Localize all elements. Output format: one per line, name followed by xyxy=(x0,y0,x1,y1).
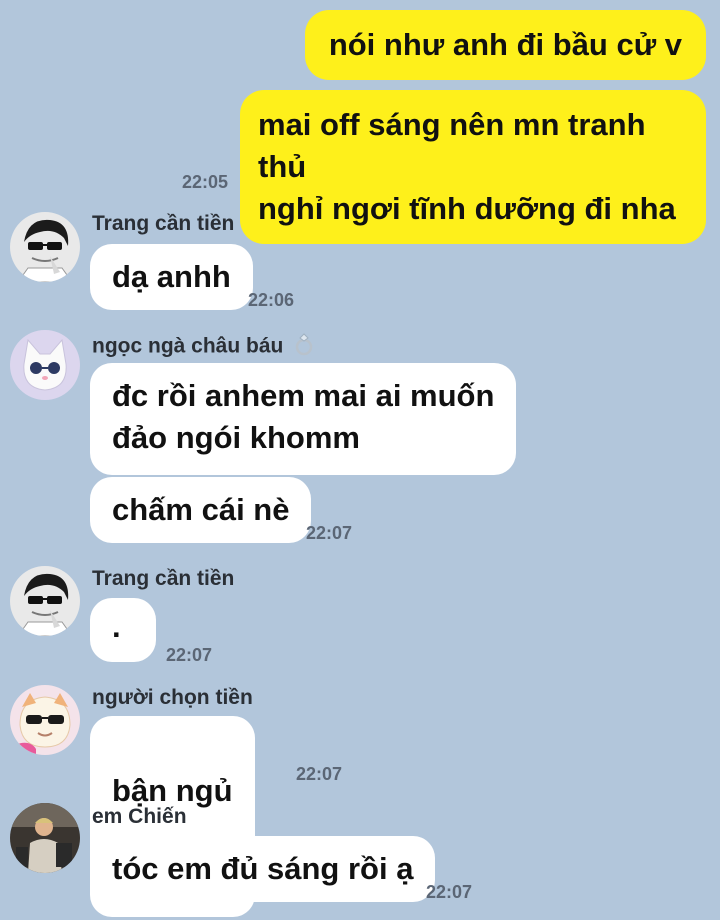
avatar-ngoc[interactable] xyxy=(10,330,80,400)
avatar-image xyxy=(10,566,80,636)
my-message-bubble[interactable]: mai off sáng nên mn tranh thủ nghỉ ngơi … xyxy=(240,90,706,244)
sender-name: ngọc ngà châu báu xyxy=(92,332,315,362)
sender-name-text: ngọc ngà châu báu xyxy=(92,334,284,358)
message-timestamp: 22:06 xyxy=(248,290,295,310)
sender-name: Trang cần tiền xyxy=(92,567,235,590)
avatar-em-chien[interactable] xyxy=(10,803,80,873)
their-message-bubble[interactable]: dạ anhh xyxy=(90,244,253,310)
their-message-bubble[interactable]: đc rồi anhem mai ai muốn đảo ngói khomm xyxy=(90,363,517,475)
message-text: bận ngủ xyxy=(112,773,233,808)
sender-name: em Chiến xyxy=(92,805,187,828)
their-message-bubble[interactable]: tóc em đủ sáng rồi ạ xyxy=(90,836,436,902)
avatar-image xyxy=(10,330,80,400)
message-timestamp: 22:07 xyxy=(426,882,473,902)
avatar-trang[interactable] xyxy=(10,566,80,636)
ring-icon xyxy=(293,332,315,362)
avatar-image xyxy=(10,803,80,873)
their-message-bubble[interactable]: . xyxy=(90,598,156,662)
message-timestamp: 22:07 xyxy=(306,523,353,543)
avatar-nguoi-chon-tien[interactable] xyxy=(10,685,80,755)
message-timestamp: 22:07 xyxy=(296,764,343,784)
avatar-image xyxy=(10,212,80,282)
message-timestamp: 22:05 xyxy=(182,172,229,192)
their-message-bubble[interactable]: chấm cái nè xyxy=(90,477,312,543)
avatar-image xyxy=(10,685,80,755)
avatar-trang[interactable] xyxy=(10,212,80,282)
sender-name: Trang cần tiền xyxy=(92,212,235,235)
message-timestamp: 22:07 xyxy=(166,645,213,665)
sender-name: người chọn tiền xyxy=(92,686,253,709)
my-message-bubble[interactable]: nói như anh đi bầu cử v xyxy=(304,10,706,80)
chat-room[interactable]: nói như anh đi bầu cử v mai off sáng nên… xyxy=(0,0,720,920)
